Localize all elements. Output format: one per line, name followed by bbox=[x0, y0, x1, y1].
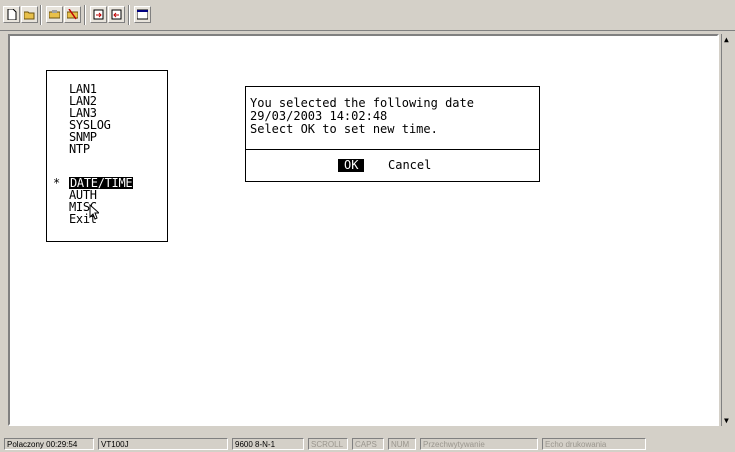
dialog-message-line3: Select OK to set new time. bbox=[250, 122, 438, 136]
ok-button[interactable]: OK bbox=[338, 159, 365, 172]
toolbar bbox=[0, 0, 735, 31]
connect-icon[interactable] bbox=[46, 6, 63, 23]
status-print-echo: Echo drukowania bbox=[542, 438, 646, 450]
toolbar-group-transfer bbox=[90, 6, 125, 24]
status-num: NUM bbox=[388, 438, 416, 450]
cancel-button[interactable]: Cancel bbox=[388, 159, 431, 172]
status-emulation: VT100J bbox=[98, 438, 228, 450]
new-icon[interactable] bbox=[3, 6, 20, 23]
disconnect-icon[interactable] bbox=[64, 6, 81, 23]
menu-item-ntp[interactable]: NTP bbox=[69, 143, 90, 155]
scroll-down-arrow-icon[interactable]: ▼ bbox=[724, 416, 733, 425]
toolbar-group-file bbox=[3, 6, 38, 24]
status-scroll: SCROLL bbox=[308, 438, 348, 450]
menu-selection-marker: * bbox=[53, 176, 61, 190]
receive-icon[interactable] bbox=[108, 6, 125, 23]
toolbar-group-connection bbox=[46, 6, 81, 24]
status-bar: Polaczony 00:29:54 VT100J 9600 8-N-1 SCR… bbox=[0, 437, 735, 452]
mouse-cursor-icon bbox=[89, 204, 99, 220]
status-capture: Przechwytywanie bbox=[420, 438, 538, 450]
toolbar-group-props bbox=[134, 6, 151, 24]
config-menu: * LAN1 LAN2 LAN3 SYSLOG SNMP NTP DATE/TI… bbox=[46, 70, 168, 242]
toolbar-separator bbox=[84, 5, 86, 25]
send-icon[interactable] bbox=[90, 6, 107, 23]
status-caps: CAPS bbox=[352, 438, 384, 450]
vertical-scrollbar[interactable]: ▲ ▼ bbox=[721, 34, 735, 426]
open-icon[interactable] bbox=[21, 6, 38, 23]
status-port-settings: 9600 8-N-1 bbox=[232, 438, 304, 450]
properties-icon[interactable] bbox=[134, 6, 151, 23]
toolbar-separator bbox=[40, 5, 42, 25]
confirm-date-dialog: You selected the following date 29/03/20… bbox=[245, 86, 540, 182]
status-connected-time: Polaczony 00:29:54 bbox=[4, 438, 94, 450]
dialog-divider bbox=[246, 149, 539, 150]
toolbar-separator bbox=[128, 5, 130, 25]
scroll-up-arrow-icon[interactable]: ▲ bbox=[724, 35, 733, 44]
